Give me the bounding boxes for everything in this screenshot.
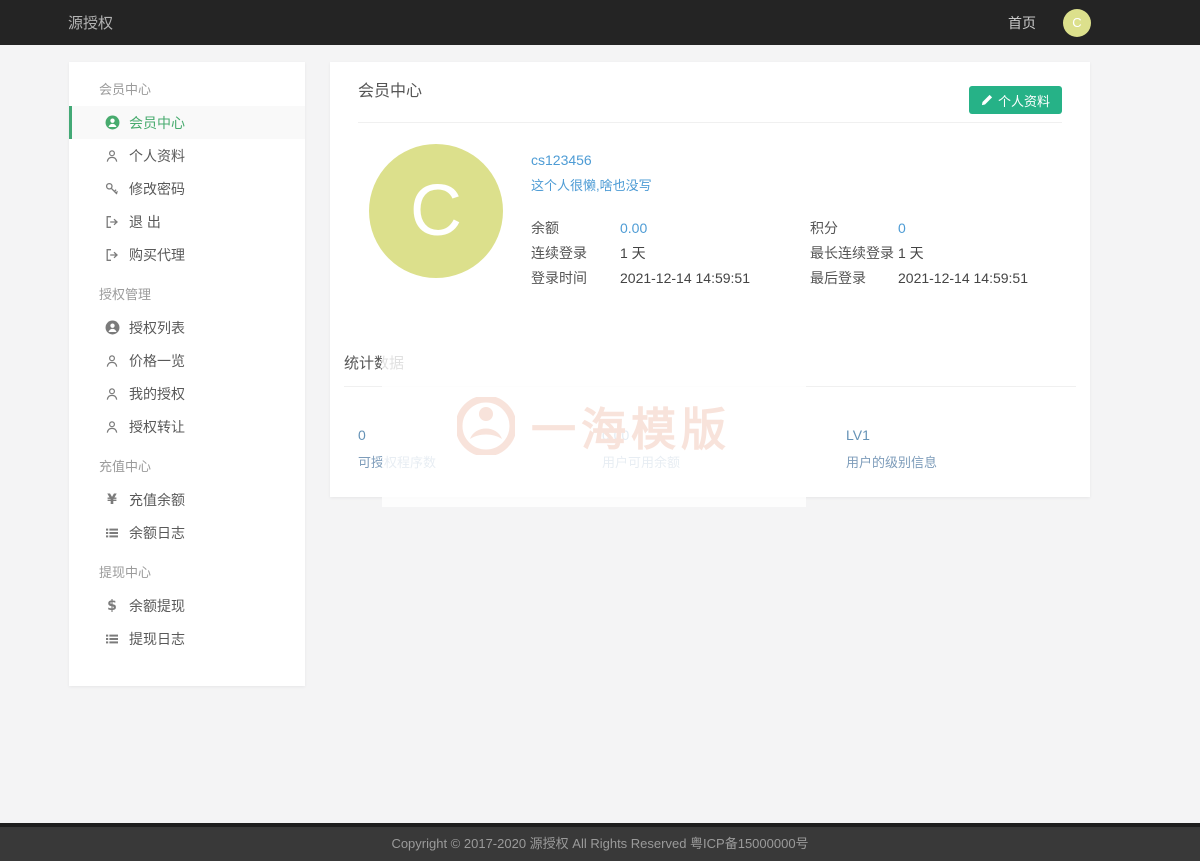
sidebar-item-balance-withdraw[interactable]: $ 余额提现 [69,589,305,622]
sidebar-item-profile[interactable]: 个人资料 [69,139,305,172]
sidebar-item-label: 提现日志 [129,629,185,649]
stat-card-value: 0 [358,427,602,443]
sidebar-section-authorization: 授权管理 授权列表 价格一览 我的授权 [69,279,305,443]
user-icon [104,354,120,368]
stat-card-value: LV1 [846,427,1090,443]
stat-card-label: 用户的级别信息 [846,452,1090,471]
stat-label: 登录时间 [531,268,620,288]
sidebar-item-price-list[interactable]: 价格一览 [69,344,305,377]
footer: Copyright © 2017-2020 源授权 All Rights Res… [0,823,1200,861]
stat-value: 0.00 [620,220,647,236]
edit-profile-button-label: 个人资料 [998,91,1050,110]
sidebar-section-withdraw: 提现中心 $ 余额提现 提现日志 [69,557,305,655]
sidebar-section-member: 会员中心 会员中心 个人资料 修改密码 [69,74,305,271]
nav-home-link[interactable]: 首页 [1008,13,1036,33]
sidebar-section-header: 会员中心 [69,74,305,106]
page-title: 会员中心 [358,62,1062,122]
user-circle-icon [104,320,120,335]
sidebar: 会员中心 会员中心 个人资料 修改密码 [69,62,305,686]
profile-avatar: C [369,144,503,278]
stat-row-balance: 余额 0.00 [531,215,810,240]
sidebar-item-label: 充值余额 [129,490,185,510]
top-navbar: 源授权 首页 C [0,0,1200,45]
sidebar-item-member-center[interactable]: 会员中心 [69,106,305,139]
profile-info: cs123456 这个人很懒,啥也没写 余额 0.00 连续登录 1 天 [531,144,1062,290]
key-icon [104,182,120,196]
stat-card-authorizable-programs: 0 可授权程序数 [358,427,602,471]
sidebar-item-balance-log[interactable]: 余额日志 [69,516,305,549]
stat-row-login-time: 登录时间 2021-12-14 14:59:51 [531,265,810,290]
stat-value: 2021-12-14 14:59:51 [620,270,750,286]
user-icon [104,387,120,401]
yen-icon: ¥ [104,492,120,508]
stat-row-consecutive-login: 连续登录 1 天 [531,240,810,265]
stat-value: 1 天 [898,243,924,263]
profile-stats-right: 积分 0 最长连续登录 1 天 最后登录 2021-12-14 14:59:51 [810,215,1028,290]
sidebar-item-change-password[interactable]: 修改密码 [69,172,305,205]
stat-card-label: 用户可用余额 [602,452,846,471]
stat-card-user-level: LV1 用户的级别信息 [846,427,1090,471]
stat-label: 最长连续登录 [810,243,898,263]
statistics-cards: 0 可授权程序数 0.00 用户可用余额 LV1 用户的级别信息 [330,387,1090,471]
sidebar-item-label: 会员中心 [129,113,185,133]
profile-stats: 余额 0.00 连续登录 1 天 登录时间 2021-12-14 14:59:5… [531,215,1062,290]
brand-logo[interactable]: 源授权 [68,12,113,33]
sidebar-item-label: 价格一览 [129,351,185,371]
statistics-title: 统计数据 [344,352,1076,373]
stat-label: 余额 [531,218,620,238]
sidebar-item-auth-list[interactable]: 授权列表 [69,311,305,344]
sidebar-section-header: 充值中心 [69,451,305,483]
profile-username[interactable]: cs123456 [531,152,1062,168]
sidebar-item-label: 退 出 [129,212,161,232]
stat-row-longest-login: 最长连续登录 1 天 [810,240,1028,265]
navbar-avatar[interactable]: C [1063,9,1091,37]
sidebar-item-auth-transfer[interactable]: 授权转让 [69,410,305,443]
pencil-icon [981,94,993,106]
sidebar-item-label: 授权列表 [129,318,185,338]
sign-out-icon [104,215,120,229]
sign-out-icon [104,248,120,262]
main-panel: 会员中心 个人资料 C cs123456 这个人很懒,啥也没写 余额 0.00 [330,62,1090,497]
sidebar-item-label: 余额日志 [129,523,185,543]
user-circle-icon [104,115,120,130]
dollar-icon: $ [104,598,120,614]
main-header: 会员中心 个人资料 [358,62,1062,123]
stat-label: 连续登录 [531,243,620,263]
stat-value: 2021-12-14 14:59:51 [898,270,1028,286]
sidebar-item-label: 我的授权 [129,384,185,404]
stat-value: 0 [898,220,906,236]
sidebar-item-buy-agent[interactable]: 购买代理 [69,238,305,271]
sidebar-item-recharge-balance[interactable]: ¥ 充值余额 [69,483,305,516]
sidebar-item-logout[interactable]: 退 出 [69,205,305,238]
navbar-right: 首页 C [1008,9,1091,37]
sidebar-item-label: 授权转让 [129,417,185,437]
sidebar-item-label: 购买代理 [129,245,185,265]
copyright-text: Copyright © 2017-2020 源授权 All Rights Res… [0,827,1200,860]
stat-label: 积分 [810,218,898,238]
user-icon [104,420,120,434]
stat-label: 最后登录 [810,268,898,288]
sidebar-section-header: 提现中心 [69,557,305,589]
list-icon [104,526,120,540]
stat-value: 1 天 [620,243,646,263]
profile-section: C cs123456 这个人很懒,啥也没写 余额 0.00 连续登录 1 天 [330,123,1090,290]
stat-row-last-login: 最后登录 2021-12-14 14:59:51 [810,265,1028,290]
stat-card-value: 0.00 [602,427,846,443]
sidebar-item-label: 个人资料 [129,146,185,166]
page: 源授权 首页 C 会员中心 会员中心 个人资料 [0,0,1200,861]
sidebar-item-withdraw-log[interactable]: 提现日志 [69,622,305,655]
list-icon [104,632,120,646]
sidebar-section-recharge: 充值中心 ¥ 充值余额 余额日志 [69,451,305,549]
profile-stats-left: 余额 0.00 连续登录 1 天 登录时间 2021-12-14 14:59:5… [531,215,810,290]
stat-card-available-balance: 0.00 用户可用余额 [602,427,846,471]
profile-bio: 这个人很懒,啥也没写 [531,175,1062,194]
sidebar-item-my-auth[interactable]: 我的授权 [69,377,305,410]
sidebar-section-header: 授权管理 [69,279,305,311]
user-icon [104,149,120,163]
stat-row-points: 积分 0 [810,215,1028,240]
edit-profile-button[interactable]: 个人资料 [969,86,1062,114]
stat-card-label: 可授权程序数 [358,452,602,471]
sidebar-item-label: 修改密码 [129,179,185,199]
sidebar-item-label: 余额提现 [129,596,185,616]
